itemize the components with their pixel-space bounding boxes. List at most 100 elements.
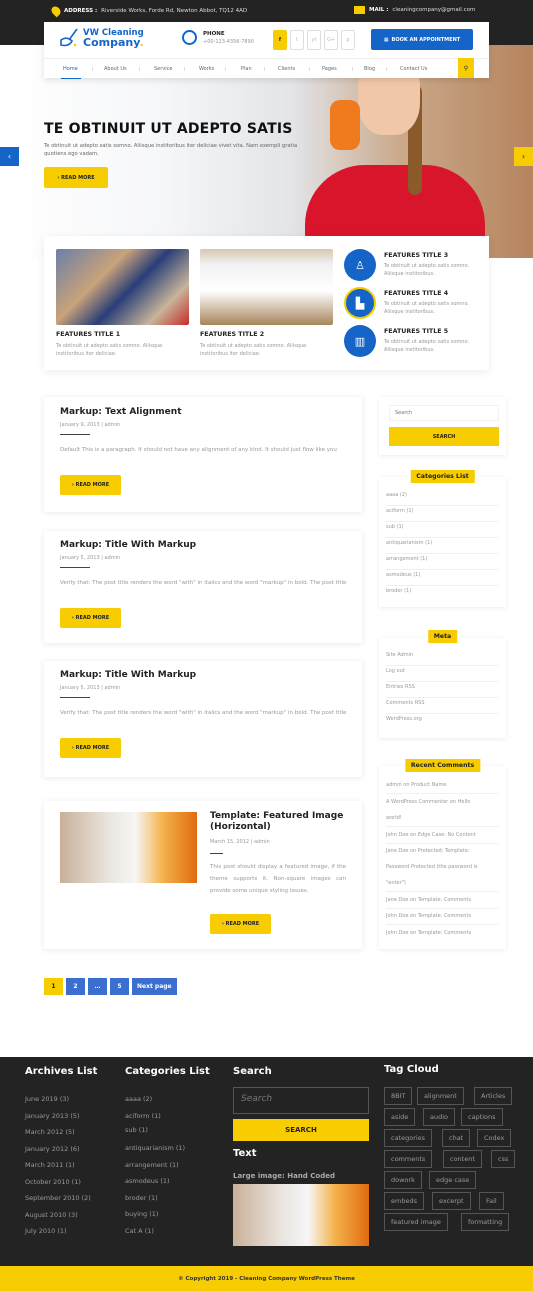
- tag-item[interactable]: 8BIT: [384, 1087, 413, 1105]
- slider-next-button[interactable]: ›: [514, 147, 533, 166]
- mail-address[interactable]: cleaningcompany@gmail.com: [392, 7, 475, 13]
- nav-service[interactable]: Service: [154, 66, 172, 72]
- tag-item[interactable]: aside: [384, 1108, 416, 1126]
- recent-comment-item[interactable]: Password Protected (the password is: [386, 864, 499, 876]
- read-more-button[interactable]: › READ MORE: [60, 608, 121, 628]
- tag-item[interactable]: categories: [384, 1129, 433, 1147]
- post-title[interactable]: Markup: Title With Markup: [60, 670, 196, 680]
- sidebar-search-button[interactable]: SEARCH: [389, 427, 499, 446]
- twitter-icon[interactable]: t: [290, 30, 304, 50]
- meta-item-comments-rss[interactable]: Comments RSS: [386, 700, 499, 714]
- tag-item[interactable]: dowork: [384, 1171, 422, 1189]
- recent-comment-item[interactable]: John Doe on Template: Comments: [386, 930, 499, 942]
- post-featured-image[interactable]: [60, 812, 197, 883]
- category-item[interactable]: aaaa (2): [386, 492, 499, 506]
- footer-category-item[interactable]: Cat A (1): [125, 1223, 185, 1240]
- recent-comment-item[interactable]: Jane Doe on Template: Comments: [386, 897, 499, 909]
- facebook-icon[interactable]: f: [273, 30, 287, 50]
- post-title[interactable]: Markup: Title With Markup: [60, 540, 196, 550]
- book-appointment-button[interactable]: ▦ BOOK AN APPOINTMENT: [371, 29, 473, 50]
- recent-comment-item[interactable]: John Doe on Edge Case: No Content: [386, 832, 499, 844]
- pinterest-icon[interactable]: p: [341, 30, 355, 50]
- phone-number[interactable]: +00-123-4356-7890: [203, 39, 254, 45]
- meta-item-entries-rss[interactable]: Entries RSS: [386, 684, 499, 698]
- next-page-button[interactable]: Next page: [132, 978, 177, 995]
- tag-item[interactable]: featured image: [384, 1213, 448, 1231]
- archive-item[interactable]: January 2012 (6): [25, 1141, 91, 1158]
- phone-info: PHONE +00-123-4356-7890: [182, 30, 254, 45]
- tag-item[interactable]: comments: [384, 1150, 433, 1168]
- sidebar-search-input[interactable]: [389, 405, 499, 421]
- tag-item[interactable]: edge case: [429, 1171, 477, 1189]
- recent-comment-item[interactable]: Jane Doe on Protected: Template:: [386, 848, 499, 860]
- read-more-button[interactable]: › READ MORE: [60, 738, 121, 758]
- google-plus-icon[interactable]: G+: [324, 30, 338, 50]
- tag-item[interactable]: alignment: [417, 1087, 464, 1105]
- tag-item[interactable]: captions: [461, 1108, 503, 1126]
- archive-item[interactable]: August 2010 (3): [25, 1207, 91, 1224]
- nav-about-us[interactable]: About Us: [104, 66, 127, 72]
- nav-home[interactable]: Home: [63, 66, 78, 72]
- nav-blog[interactable]: Blog: [364, 66, 375, 72]
- post-title[interactable]: Markup: Text Alignment: [60, 407, 182, 417]
- page-5[interactable]: 5: [110, 978, 129, 995]
- category-item[interactable]: aciform (1): [386, 508, 499, 522]
- archive-item[interactable]: January 2013 (5): [25, 1108, 91, 1125]
- hero-read-more-button[interactable]: › READ MORE: [44, 167, 108, 188]
- archive-item[interactable]: July 2010 (1): [25, 1223, 91, 1240]
- footer-category-item[interactable]: asmodeus (1): [125, 1173, 185, 1190]
- nav-contact-us[interactable]: Contact Us: [400, 66, 427, 72]
- nav-plan[interactable]: Plan: [241, 66, 252, 72]
- category-item[interactable]: sub (1): [386, 524, 499, 538]
- recent-comment-item[interactable]: John Doe on Template: Comments: [386, 913, 499, 925]
- recent-comment-item[interactable]: "enter"): [386, 880, 499, 892]
- tag-item[interactable]: Fail: [479, 1192, 504, 1210]
- footer-category-item[interactable]: antiquarianism (1): [125, 1140, 185, 1157]
- page-1[interactable]: 1: [44, 978, 63, 995]
- category-item[interactable]: broder (1): [386, 588, 499, 602]
- recent-comment-item[interactable]: admin on Product Name: [386, 782, 499, 794]
- tag-item[interactable]: Codex: [477, 1129, 512, 1147]
- post-title[interactable]: Template: Featured Image (Horizontal): [210, 811, 350, 833]
- recent-comment-item[interactable]: world!: [386, 815, 499, 827]
- meta-item-wordpress-org[interactable]: WordPress.org: [386, 716, 499, 730]
- nav-clients[interactable]: Clients: [278, 66, 295, 72]
- footer-category-item[interactable]: aaaa (2): [125, 1091, 185, 1108]
- archive-item[interactable]: March 2012 (5): [25, 1124, 91, 1141]
- nav-pages[interactable]: Pages: [322, 66, 337, 72]
- footer-search-button[interactable]: SEARCH: [233, 1119, 369, 1141]
- tag-item[interactable]: excerpt: [432, 1192, 471, 1210]
- category-item[interactable]: antiquarianism (1): [386, 540, 499, 554]
- tag-item[interactable]: chat: [442, 1129, 471, 1147]
- recent-comment-item[interactable]: A WordPress Commenter on Hello: [386, 799, 499, 811]
- nav-works[interactable]: Works: [199, 66, 214, 72]
- youtube-icon[interactable]: yt: [307, 30, 321, 50]
- nav-search-button[interactable]: ⚲: [458, 58, 474, 78]
- category-item[interactable]: arrangement (1): [386, 556, 499, 570]
- slider-prev-button[interactable]: ‹: [0, 147, 19, 166]
- tag-item[interactable]: formatting: [461, 1213, 510, 1231]
- archive-item[interactable]: June 2019 (3): [25, 1091, 91, 1108]
- footer-category-item[interactable]: sub (1): [125, 1124, 185, 1136]
- footer-category-item[interactable]: buying (1): [125, 1206, 185, 1223]
- footer-category-item[interactable]: aciform (1): [125, 1108, 185, 1125]
- footer-category-item[interactable]: broder (1): [125, 1190, 185, 1207]
- tag-item[interactable]: css: [491, 1150, 516, 1168]
- archive-item[interactable]: March 2011 (1): [25, 1157, 91, 1174]
- category-item[interactable]: asmodeus (1): [386, 572, 499, 586]
- tag-item[interactable]: audio: [423, 1108, 456, 1126]
- site-logo[interactable]: VW Cleaning Company.: [58, 28, 144, 48]
- archive-item[interactable]: September 2010 (2): [25, 1190, 91, 1207]
- tag-item[interactable]: embeds: [384, 1192, 424, 1210]
- tag-item[interactable]: content: [443, 1150, 482, 1168]
- feature-title-2: FEATURES TITLE 2: [200, 331, 265, 338]
- read-more-button[interactable]: › READ MORE: [210, 914, 271, 934]
- page-2[interactable]: 2: [66, 978, 85, 995]
- meta-item-site-admin[interactable]: Site Admin: [386, 652, 499, 666]
- footer-search-input[interactable]: Search: [233, 1087, 369, 1114]
- meta-item-log-out[interactable]: Log out: [386, 668, 499, 682]
- read-more-button[interactable]: › READ MORE: [60, 475, 121, 495]
- footer-category-item[interactable]: arrangement (1): [125, 1157, 185, 1174]
- tag-item[interactable]: Articles: [474, 1087, 513, 1105]
- archive-item[interactable]: October 2010 (1): [25, 1174, 91, 1191]
